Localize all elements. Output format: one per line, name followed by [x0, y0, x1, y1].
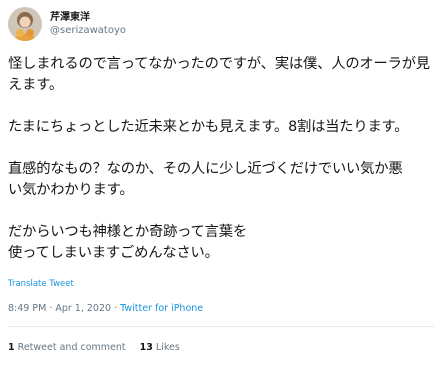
- tweet-text-line: 怪しまれるので言ってなかったのですが、実は僕、人のオーラが見: [8, 56, 430, 72]
- retweets-count: 1: [8, 342, 15, 353]
- timestamp[interactable]: 8:49 PM · Apr 1, 2020 ·: [8, 303, 120, 314]
- tweet-card: 芹澤東洋 @serizawatoyo 怪しまれるので言ってなかったのですが、実は…: [0, 0, 440, 365]
- tweet-header: 芹澤東洋 @serizawatoyo: [8, 7, 126, 41]
- tweet-text-line: い気かわかります。: [8, 182, 134, 198]
- likes-count: 13: [139, 342, 153, 353]
- tweet-text-line: えます。: [8, 77, 63, 93]
- avatar-image: [8, 7, 42, 41]
- display-name[interactable]: 芹澤東洋: [50, 11, 126, 24]
- tweet-text-line: 直感的なもの？なのか、その人に少し近づくだけでいい気か悪: [8, 161, 403, 177]
- tweet-text: 怪しまれるので言ってなかったのですが、実は僕、人のオーラが見 えます。 たまにち…: [8, 54, 434, 264]
- divider: [8, 326, 434, 327]
- tweet-stats: 1 Retweet and comment 13 Likes: [8, 342, 180, 353]
- author-names: 芹澤東洋 @serizawatoyo: [50, 11, 126, 37]
- likes-stat[interactable]: 13 Likes: [140, 342, 180, 353]
- retweets-stat[interactable]: 1 Retweet and comment: [8, 342, 126, 353]
- retweets-label: Retweet and comment: [17, 342, 126, 353]
- translate-tweet-link[interactable]: Translate Tweet: [8, 279, 74, 289]
- tweet-text-line: 使ってしまいますごめんなさい。: [8, 245, 219, 261]
- likes-label: Likes: [155, 342, 180, 353]
- avatar[interactable]: [8, 7, 42, 41]
- source-link[interactable]: Twitter for iPhone: [120, 303, 203, 314]
- user-handle[interactable]: @serizawatoyo: [50, 24, 126, 37]
- tweet-text-line: たまにちょっとした近未来とかも見えます。8割は当たります。: [8, 119, 409, 135]
- tweet-meta: 8:49 PM · Apr 1, 2020 · Twitter for iPho…: [8, 303, 203, 314]
- tweet-text-line: だからいつも神様とか奇跡って言葉を: [8, 224, 247, 240]
